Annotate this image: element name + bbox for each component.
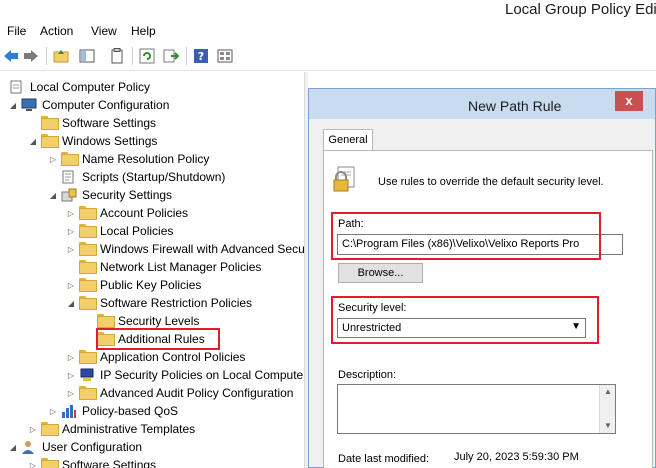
toolbar: ? bbox=[0, 41, 656, 71]
toolbar-separator bbox=[132, 47, 133, 65]
close-icon[interactable]: x bbox=[615, 91, 643, 111]
menu-file[interactable]: File bbox=[7, 24, 26, 38]
computer-icon bbox=[21, 98, 37, 112]
menu-bar: File Action View Help bbox=[0, 21, 656, 41]
tree-node-computer-configuration[interactable]: ◢ Computer Configuration bbox=[8, 96, 171, 114]
folder-icon bbox=[79, 350, 97, 364]
bar-chart-icon bbox=[61, 404, 77, 418]
tree-node-administrative-templates[interactable]: ▷ Administrative Templates bbox=[28, 420, 197, 438]
help-icon[interactable]: ? bbox=[192, 47, 210, 65]
user-icon bbox=[21, 440, 37, 454]
show-hide-tree-icon[interactable] bbox=[78, 47, 96, 65]
tree-node-security-settings[interactable]: ◢ Security Settings bbox=[48, 186, 174, 204]
tree-node-software-restriction[interactable]: ◢ Software Restriction Policies bbox=[66, 294, 254, 312]
tree-node-local-computer-policy[interactable]: Local Computer Policy bbox=[6, 78, 152, 96]
browse-button[interactable]: Browse... bbox=[338, 263, 423, 283]
collapse-arrow-icon[interactable]: ◢ bbox=[66, 299, 76, 308]
tree-node-scripts[interactable]: Scripts (Startup/Shutdown) bbox=[48, 168, 227, 186]
tree-node-windows-settings[interactable]: ◢ Windows Settings bbox=[28, 132, 159, 150]
dialog-title: New Path Rule bbox=[468, 98, 562, 114]
tree-node-name-resolution[interactable]: ▷ Name Resolution Policy bbox=[48, 150, 211, 168]
title-bar: Local Group Policy Edit bbox=[0, 0, 656, 21]
refresh-icon[interactable] bbox=[138, 47, 156, 65]
lock-document-icon bbox=[332, 166, 356, 192]
expand-arrow-icon[interactable]: ▷ bbox=[66, 245, 76, 254]
export-icon[interactable] bbox=[162, 47, 180, 65]
tree-node-advanced-audit[interactable]: ▷ Advanced Audit Policy Configuration bbox=[66, 384, 295, 402]
menu-action[interactable]: Action bbox=[40, 24, 73, 38]
toolbar-separator bbox=[46, 47, 47, 65]
folder-icon bbox=[79, 260, 97, 274]
expand-arrow-icon[interactable]: ▷ bbox=[66, 227, 76, 236]
security-shield-icon bbox=[61, 188, 77, 202]
tree-node-software-settings[interactable]: Software Settings bbox=[28, 114, 158, 132]
expand-arrow-icon[interactable]: ▷ bbox=[48, 155, 58, 164]
expand-arrow-icon[interactable]: ▷ bbox=[66, 209, 76, 218]
folder-icon bbox=[79, 386, 97, 400]
view-icon[interactable] bbox=[216, 47, 234, 65]
description-label: Description: bbox=[338, 369, 397, 381]
collapse-arrow-icon[interactable]: ◢ bbox=[48, 191, 58, 200]
expand-arrow-icon[interactable]: ▷ bbox=[66, 353, 76, 362]
policy-document-icon bbox=[9, 80, 25, 94]
tree-node-ip-security[interactable]: ▷ IP Security Policies on Local Compute bbox=[66, 366, 304, 384]
script-icon bbox=[61, 170, 77, 184]
tree-node-public-key[interactable]: ▷ Public Key Policies bbox=[66, 276, 203, 294]
date-modified-value: July 20, 2023 5:59:30 PM bbox=[454, 451, 579, 463]
svg-text:?: ? bbox=[198, 50, 204, 63]
folder-icon bbox=[41, 116, 59, 130]
dialog-title-bar[interactable]: New Path Rule x bbox=[309, 89, 655, 119]
tree-node-account-policies[interactable]: ▷ Account Policies bbox=[66, 204, 190, 222]
tree-node-network-list[interactable]: Network List Manager Policies bbox=[66, 258, 263, 276]
highlight-box-path bbox=[331, 212, 601, 260]
expand-arrow-icon[interactable]: ▷ bbox=[28, 461, 38, 468]
folder-icon bbox=[79, 278, 97, 292]
highlight-box-security-level bbox=[331, 296, 599, 344]
properties-icon[interactable] bbox=[108, 47, 126, 65]
folder-icon bbox=[79, 206, 97, 220]
tree-node-windows-firewall[interactable]: ▷ Windows Firewall with Advanced Secu bbox=[66, 240, 304, 258]
collapse-arrow-icon[interactable]: ◢ bbox=[8, 101, 18, 110]
description-scrollbar[interactable]: ▲ ▼ bbox=[599, 385, 615, 433]
tree-node-application-control[interactable]: ▷ Application Control Policies bbox=[66, 348, 247, 366]
date-modified-label: Date last modified: bbox=[338, 453, 430, 465]
folder-icon bbox=[41, 422, 59, 436]
scroll-down-icon[interactable]: ▼ bbox=[600, 419, 616, 433]
expand-arrow-icon[interactable]: ▷ bbox=[66, 281, 76, 290]
policy-tree: Local Computer Policy ◢ Computer Configu… bbox=[0, 72, 304, 468]
menu-view[interactable]: View bbox=[91, 24, 117, 38]
expand-arrow-icon[interactable]: ▷ bbox=[66, 389, 76, 398]
tree-node-user-configuration[interactable]: ◢ User Configuration bbox=[8, 438, 144, 456]
collapse-arrow-icon[interactable]: ◢ bbox=[8, 443, 18, 452]
toolbar-separator bbox=[186, 47, 187, 65]
expand-arrow-icon[interactable]: ▷ bbox=[66, 371, 76, 380]
highlight-box-additional-rules bbox=[96, 328, 220, 350]
intro-text: Use rules to override the default securi… bbox=[378, 176, 604, 188]
folder-icon bbox=[79, 224, 97, 238]
tab-general[interactable]: General bbox=[323, 129, 373, 151]
window-title: Local Group Policy Edit bbox=[505, 1, 656, 18]
tree-node-local-policies[interactable]: ▷ Local Policies bbox=[66, 222, 175, 240]
menu-help[interactable]: Help bbox=[131, 24, 156, 38]
expand-arrow-icon[interactable]: ▷ bbox=[28, 425, 38, 434]
description-textarea[interactable]: ▲ ▼ bbox=[337, 384, 616, 434]
folder-icon bbox=[79, 296, 97, 310]
tree-node-user-software-settings[interactable]: ▷ Software Settings bbox=[28, 456, 158, 468]
collapse-arrow-icon[interactable]: ◢ bbox=[28, 137, 38, 146]
back-arrow-icon[interactable] bbox=[2, 47, 20, 65]
folder-icon bbox=[97, 314, 115, 328]
folder-icon bbox=[41, 134, 59, 148]
forward-arrow-icon[interactable] bbox=[22, 47, 40, 65]
expand-arrow-icon[interactable]: ▷ bbox=[48, 407, 58, 416]
folder-icon bbox=[79, 242, 97, 256]
scroll-up-icon[interactable]: ▲ bbox=[600, 385, 616, 399]
ip-security-icon bbox=[79, 368, 95, 382]
folder-icon bbox=[61, 152, 79, 166]
folder-icon bbox=[41, 458, 59, 468]
tree-node-policy-qos[interactable]: ▷ Policy-based QoS bbox=[48, 402, 180, 420]
up-folder-icon[interactable] bbox=[52, 47, 70, 65]
